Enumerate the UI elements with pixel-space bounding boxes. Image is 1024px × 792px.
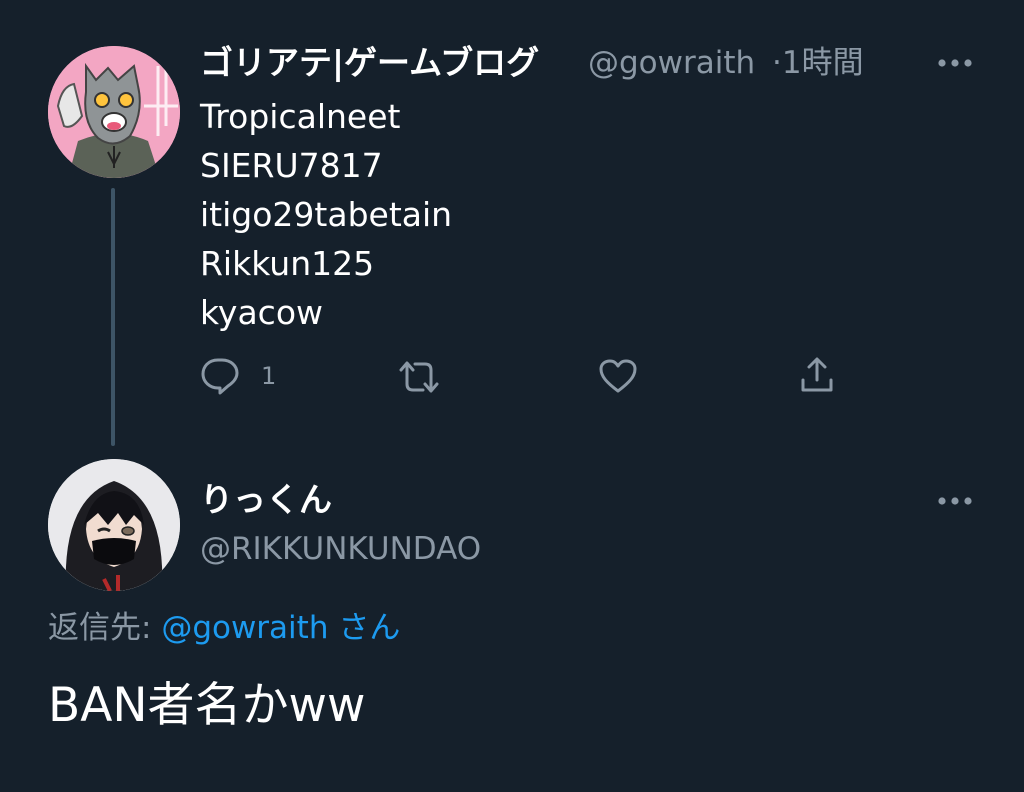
replying-to-label: 返信先: [48, 610, 152, 646]
heart-icon [599, 359, 637, 393]
replying-to-line: 返信先: @gowraith さん [48, 608, 400, 648]
more-horizontal-icon[interactable] [936, 53, 976, 73]
tweet-author-handle[interactable]: @gowraith [588, 43, 755, 83]
tweet-body-line: Tropicalneet [200, 97, 401, 136]
tweet-author-name[interactable]: ゴリアテ|ゲームブログ [200, 43, 539, 83]
tweet-body-line: Rikkun125 [200, 244, 375, 283]
reply-button[interactable] [200, 357, 240, 399]
tweet-body-line: itigo29tabetain [200, 195, 453, 234]
avatar-gowraith[interactable] [48, 46, 180, 178]
reply-author-handle[interactable]: @RIKKUNKUNDAO [200, 529, 481, 569]
replying-to-suffix: さん [338, 610, 401, 646]
tweet-body: Tropicalneet SIERU7817 itigo29tabetain R… [200, 92, 452, 337]
more-horizontal-icon[interactable] [936, 491, 976, 511]
reply-body-text: BAN者名かww [48, 678, 366, 733]
tweet-body-line: SIERU7817 [200, 146, 383, 185]
thread-connector-line [111, 188, 115, 446]
reply-count: 1 [261, 362, 277, 390]
avatar-rikkunkundao[interactable] [48, 459, 180, 591]
share-upload-icon [801, 357, 833, 392]
like-button[interactable] [598, 358, 638, 398]
share-button[interactable] [799, 356, 835, 398]
retweet-icon [399, 361, 439, 393]
tweet-timestamp[interactable]: ·1時間 [772, 43, 864, 83]
tweet-body-line: kyacow [200, 293, 324, 332]
reply-author-name[interactable]: りっくん [200, 480, 332, 520]
reply-bubble-icon [201, 358, 239, 395]
replying-to-handle-link[interactable]: @gowraith [161, 610, 328, 646]
retweet-button[interactable] [397, 360, 441, 398]
